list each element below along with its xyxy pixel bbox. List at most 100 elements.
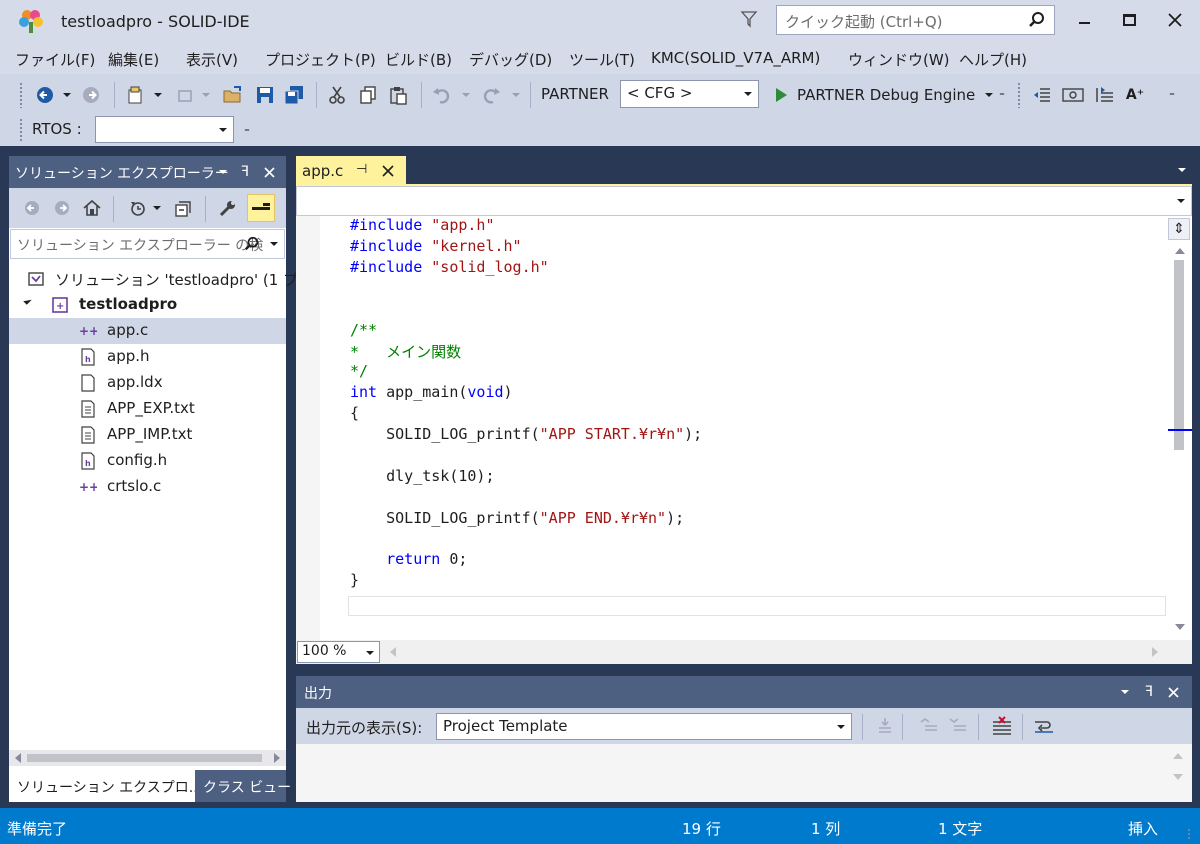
add-item-dropdown[interactable]: [199, 84, 213, 106]
next-message-button[interactable]: [947, 715, 969, 737]
cut-button[interactable]: [326, 84, 348, 106]
scroll-left-icon[interactable]: [15, 753, 21, 763]
start-debug-button[interactable]: [770, 84, 792, 106]
search-options-dropdown[interactable]: [270, 242, 278, 246]
code-line[interactable]: SOLID_LOG_printf("APP START.¥r¥n");: [350, 425, 702, 446]
scroll-up-icon[interactable]: [1175, 248, 1185, 254]
toolbar-grip[interactable]: [19, 82, 23, 108]
editor-navigation-bar[interactable]: [296, 186, 1192, 216]
add-item-button[interactable]: [174, 84, 196, 106]
navigate-back-button[interactable]: [34, 84, 56, 106]
close-icon[interactable]: [382, 165, 394, 177]
tab-class-view[interactable]: クラス ビュー: [195, 770, 291, 802]
home-button[interactable]: [81, 197, 103, 219]
format-button[interactable]: [1094, 84, 1116, 106]
debug-engine-label[interactable]: PARTNER Debug Engine: [797, 86, 975, 104]
minimize-button[interactable]: [1069, 8, 1099, 32]
scroll-down-icon[interactable]: [1173, 774, 1183, 780]
tree-file-item[interactable]: ++ crtslo.c: [9, 474, 286, 500]
close-button[interactable]: [1160, 8, 1190, 32]
chevron-down-icon[interactable]: [1177, 199, 1185, 203]
tree-file-item[interactable]: APP_EXP.txt: [9, 396, 286, 422]
search-icon[interactable]: [1028, 11, 1046, 29]
code-line[interactable]: dly_tsk(10);: [350, 467, 494, 488]
feedback-filter-icon[interactable]: [740, 10, 758, 28]
maximize-button[interactable]: [1114, 8, 1144, 32]
tree-file-item[interactable]: ++ app.c: [9, 318, 286, 344]
pin-button[interactable]: ꟻ: [1140, 683, 1158, 701]
sol-forward-button[interactable]: [51, 197, 73, 219]
tree-solution-node[interactable]: ソリューション 'testloadpro' (1 プロ: [9, 266, 313, 292]
code-line[interactable]: #include "kernel.h": [350, 237, 522, 258]
code-line[interactable]: {: [350, 404, 359, 425]
find-message-button[interactable]: [874, 715, 896, 737]
solution-search-input[interactable]: ソリューション エクスプローラー の検: [10, 229, 285, 259]
pending-dropdown[interactable]: [151, 197, 163, 219]
quick-launch-input[interactable]: クイック起動 (Ctrl+Q): [776, 5, 1055, 35]
menu-file[interactable]: ファイル(F): [15, 49, 95, 70]
navigate-forward-button[interactable]: [80, 84, 102, 106]
code-line[interactable]: }: [350, 571, 359, 592]
tree-file-item[interactable]: h config.h: [9, 448, 286, 474]
menu-kmc[interactable]: KMC(SOLID_V7A_ARM): [651, 49, 820, 67]
open-file-button[interactable]: [222, 84, 244, 106]
tree-file-item[interactable]: h app.h: [9, 344, 286, 370]
back-dropdown[interactable]: [60, 84, 74, 106]
scrollbar-thumb[interactable]: [1174, 260, 1184, 450]
code-line[interactable]: * メイン関数: [350, 341, 461, 362]
menu-view[interactable]: 表示(V): [186, 49, 238, 70]
split-window-button[interactable]: ⇕: [1168, 218, 1190, 240]
tab-solution-explorer[interactable]: ソリューション エクスプロ...: [9, 770, 202, 802]
code-line[interactable]: return 0;: [350, 550, 467, 571]
panel-close-button[interactable]: [260, 163, 278, 181]
zoom-select[interactable]: 100 %: [297, 641, 380, 663]
solution-horizontal-scrollbar[interactable]: [9, 750, 286, 766]
pin-button[interactable]: ꟻ: [236, 163, 254, 181]
expanded-arrow-icon[interactable]: [23, 296, 32, 305]
debug-engine-dropdown[interactable]: [982, 84, 996, 106]
previous-message-button[interactable]: [918, 715, 940, 737]
scroll-up-icon[interactable]: [1173, 753, 1183, 759]
preview-selected-button[interactable]: [247, 194, 275, 222]
code-editor[interactable]: #include "app.h" #include "kernel.h" #incl…: [296, 216, 1192, 640]
code-line[interactable]: /**: [350, 321, 377, 342]
resize-grip[interactable]: [1187, 828, 1191, 840]
new-project-button[interactable]: [124, 84, 146, 106]
scroll-right-icon[interactable]: [274, 753, 280, 763]
menu-window[interactable]: ウィンドウ(W): [848, 49, 950, 70]
toolbar-grip[interactable]: [1017, 82, 1021, 108]
toolbar-grip[interactable]: [19, 118, 23, 142]
redo-button[interactable]: [480, 84, 502, 106]
output-source-select[interactable]: Project Template: [436, 713, 852, 740]
panel-menu-button[interactable]: [1116, 683, 1134, 701]
toolbar-overflow-button-3[interactable]: ⁼: [240, 120, 254, 142]
menu-edit[interactable]: 編集(E): [108, 49, 159, 70]
menu-debug[interactable]: デバッグ(D): [469, 49, 552, 70]
undo-button[interactable]: [431, 84, 453, 106]
undo-dropdown[interactable]: [459, 84, 473, 106]
bookmark-button[interactable]: [1062, 84, 1084, 106]
scrollbar-thumb[interactable]: [27, 754, 262, 762]
tree-file-item[interactable]: app.ldx: [9, 370, 286, 396]
copy-button[interactable]: [357, 84, 379, 106]
output-text-area[interactable]: [296, 744, 1192, 802]
save-all-button[interactable]: [283, 84, 305, 106]
toolbar-overflow-button[interactable]: ⁼: [996, 84, 1008, 106]
toolbar-overflow-button-2[interactable]: ⁼: [1166, 84, 1178, 106]
pin-icon[interactable]: ⊣: [356, 162, 367, 177]
code-line[interactable]: SOLID_LOG_printf("APP END.¥r¥n");: [350, 509, 684, 530]
rtos-select[interactable]: [95, 116, 234, 143]
tree-project-node[interactable]: + testloadpro: [9, 292, 286, 318]
code-line[interactable]: int app_main(void): [350, 383, 513, 404]
editor-vertical-scrollbar[interactable]: ⇕: [1168, 216, 1192, 640]
new-dropdown[interactable]: [151, 84, 165, 106]
font-size-button[interactable]: A⁺: [1124, 84, 1146, 106]
menu-tools[interactable]: ツール(T): [569, 49, 635, 70]
clear-all-button[interactable]: [991, 715, 1013, 737]
scroll-left-icon[interactable]: [390, 647, 396, 657]
collapse-all-button[interactable]: [173, 197, 195, 219]
code-line[interactable]: #include "app.h": [350, 216, 495, 237]
code-line[interactable]: */: [350, 362, 368, 383]
redo-dropdown[interactable]: [509, 84, 523, 106]
save-button[interactable]: [254, 84, 276, 106]
